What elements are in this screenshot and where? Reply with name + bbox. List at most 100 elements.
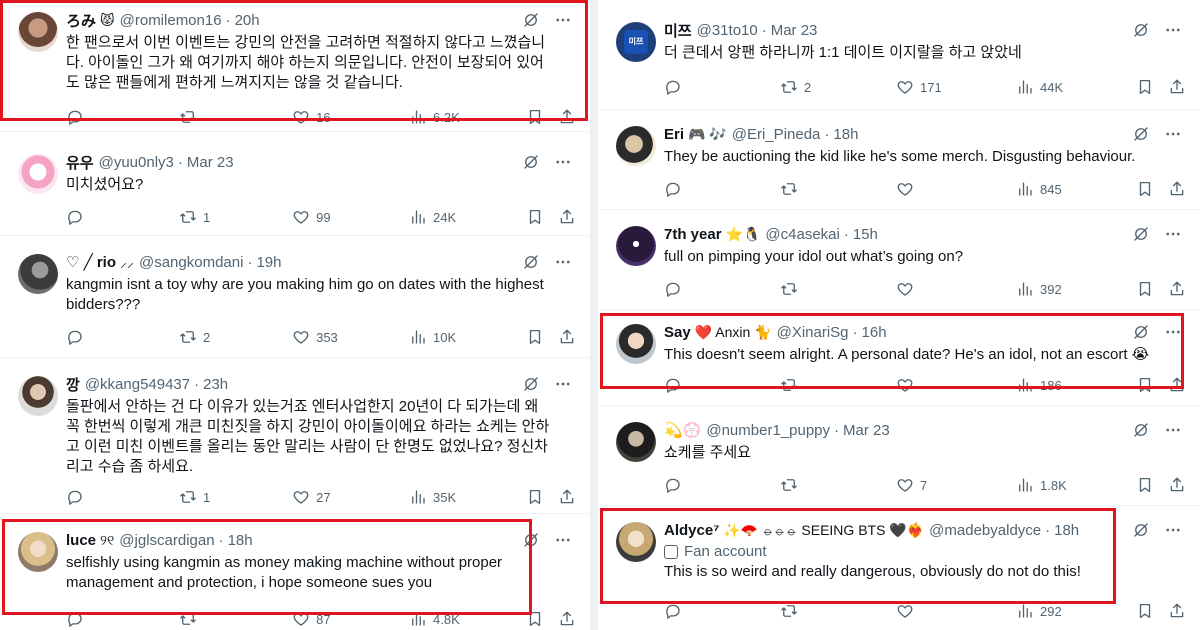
retweet-button[interactable] [780,602,896,620]
handle[interactable]: @number1_puppy [706,422,830,439]
more-icon[interactable] [554,153,572,171]
share-button[interactable] [558,108,576,126]
views-button[interactable]: 44K [1016,78,1136,96]
handle[interactable]: @Eri_Pineda [732,126,821,143]
handle[interactable]: @31to10 [697,22,758,39]
bookmark-button[interactable] [1136,476,1154,494]
display-name[interactable]: luce [66,532,96,549]
retweet-button[interactable]: 2 [179,328,292,346]
more-icon[interactable] [1164,521,1182,539]
avatar[interactable] [18,12,58,52]
display-name[interactable]: ろみ [66,10,96,31]
share-button[interactable] [1168,476,1186,494]
display-name[interactable]: Say [664,324,691,341]
share-button[interactable] [558,488,576,506]
views-button[interactable]: 6.2K [409,108,526,126]
more-icon[interactable] [1164,21,1182,39]
like-button[interactable] [896,376,1016,394]
more-icon[interactable] [1164,225,1182,243]
handle[interactable]: @jglscardigan [119,532,214,549]
share-button[interactable] [558,328,576,346]
bookmark-button[interactable] [526,328,544,346]
display-name[interactable]: Eri [664,126,684,143]
like-button[interactable]: 171 [896,78,1016,96]
like-button[interactable] [896,180,1016,198]
share-button[interactable] [1168,280,1186,298]
like-button[interactable] [896,602,1016,620]
timestamp[interactable]: 18h [1054,522,1079,539]
avatar[interactable] [616,422,656,462]
more-icon[interactable] [554,531,572,549]
bookmark-button[interactable] [1136,376,1154,394]
share-button[interactable] [1168,602,1186,620]
handle[interactable]: @sangkomdani [139,254,243,271]
views-button[interactable]: 1.8K [1016,476,1136,494]
views-button[interactable]: 186 [1016,376,1136,394]
tweet-c4asekai[interactable]: 7th year ⭐🐧 @c4asekai · 15h full on pimp… [598,212,1200,310]
avatar[interactable] [18,532,58,572]
tweet-kkang549437[interactable]: 깡 @kkang549437 · 23h 돌판에서 안하는 건 다 이유가 있는… [0,362,590,514]
reply-button[interactable] [664,78,780,96]
share-button[interactable] [558,208,576,226]
tweet-madebyaldyce[interactable]: Aldyce⁷ ✨🪭 ⦵⦵⦵ SEEING BTS 🖤❤️‍🔥 @madebya… [598,508,1200,630]
handle[interactable]: @madebyaldyce [929,522,1041,539]
retweet-button[interactable] [179,610,292,628]
timestamp[interactable]: 18h [228,532,253,549]
avatar[interactable] [616,522,656,562]
avatar[interactable]: 미쯔 [616,22,656,62]
handle[interactable]: @XinariSg [777,324,849,341]
grok-icon[interactable] [1132,21,1150,39]
display-name[interactable]: 깡 [66,374,80,395]
views-button[interactable]: 392 [1016,280,1136,298]
timestamp[interactable]: 20h [235,12,260,29]
tweet-number1-puppy[interactable]: 💫💮 @number1_puppy · Mar 23 쇼케를 주세요 7 1.8… [598,408,1200,506]
grok-icon[interactable] [522,253,540,271]
reply-button[interactable] [664,376,780,394]
avatar[interactable] [18,254,58,294]
views-button[interactable]: 292 [1016,602,1136,620]
display-name[interactable]: 미쯔 [664,20,692,41]
grok-icon[interactable] [1132,225,1150,243]
display-name[interactable]: ♡ ╱ rio [66,253,116,271]
grok-icon[interactable] [1132,125,1150,143]
tweet-yuu0nly3[interactable]: 유우 @yuu0nly3 · Mar 23 미치셨어요? 1 99 24K [0,140,590,236]
tweet-romilemon16[interactable]: ろみ 😾 @romilemon16 · 20h 한 팬으로서 이번 이벤트는 강… [0,0,590,132]
views-button[interactable]: 24K [409,208,526,226]
retweet-button[interactable] [780,476,896,494]
bookmark-button[interactable] [526,208,544,226]
display-name[interactable]: 💫💮 [664,421,701,439]
like-button[interactable]: 99 [292,208,409,226]
handle[interactable]: @c4asekai [765,226,839,243]
handle[interactable]: @romilemon16 [120,12,222,29]
more-icon[interactable] [1164,125,1182,143]
timestamp[interactable]: 15h [853,226,878,243]
timestamp[interactable]: 23h [203,376,228,393]
grok-icon[interactable] [522,531,540,549]
timestamp[interactable]: Mar 23 [187,154,234,171]
share-button[interactable] [1168,376,1186,394]
more-icon[interactable] [1164,323,1182,341]
reply-button[interactable] [66,328,179,346]
avatar[interactable] [616,126,656,166]
bookmark-button[interactable] [1136,602,1154,620]
retweet-button[interactable] [780,280,896,298]
views-button[interactable]: 845 [1016,180,1136,198]
timestamp[interactable]: Mar 23 [843,422,890,439]
share-button[interactable] [1168,78,1186,96]
grok-icon[interactable] [522,153,540,171]
display-name[interactable]: Aldyce⁷ [664,522,719,539]
tweet-sangkomdani[interactable]: ♡ ╱ rio ⸝⸝ @sangkomdani · 19h kangmin is… [0,240,590,358]
grok-icon[interactable] [1132,421,1150,439]
retweet-button[interactable]: 2 [780,78,896,96]
tweet-31to10[interactable]: 미쯔 미쯔 @31to10 · Mar 23 더 큰데서 앙팬 하라니까 1:1… [598,0,1200,110]
share-button[interactable] [558,610,576,628]
tweet-eri-pineda[interactable]: Eri 🎮 🎶 @Eri_Pineda · 18h They be auctio… [598,112,1200,210]
avatar[interactable] [18,154,58,194]
like-button[interactable]: 16 [292,108,409,126]
reply-button[interactable] [664,476,780,494]
reply-button[interactable] [664,180,780,198]
retweet-button[interactable] [179,108,292,126]
display-name[interactable]: 유우 [66,152,94,173]
more-icon[interactable] [554,11,572,29]
reply-button[interactable] [66,108,179,126]
